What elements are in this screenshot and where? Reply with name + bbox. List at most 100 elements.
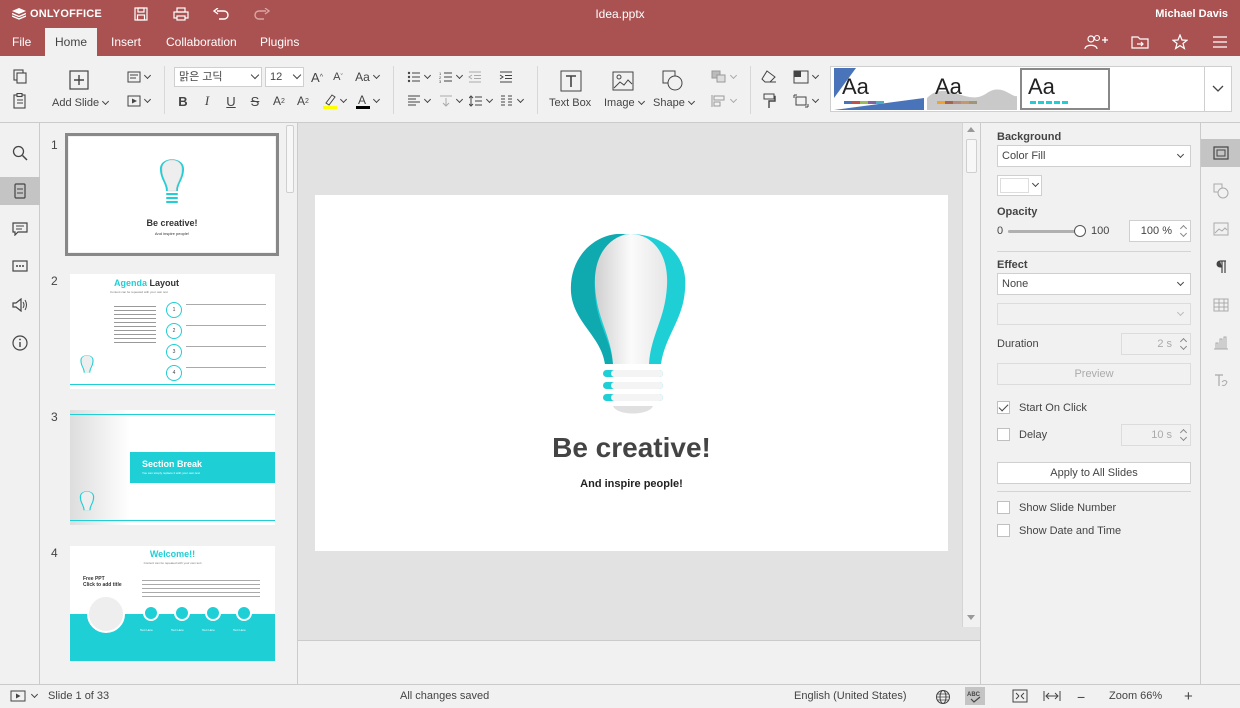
slide-thumbnail-2[interactable]: Agenda Layout Content can be repeated wi… bbox=[70, 274, 275, 389]
delay-input[interactable]: 10 s bbox=[1121, 424, 1191, 446]
effect-type-select[interactable] bbox=[997, 303, 1191, 325]
chat-icon[interactable] bbox=[0, 253, 40, 281]
user-name[interactable]: Michael Davis bbox=[1155, 8, 1228, 20]
slides-panel-icon[interactable] bbox=[0, 177, 40, 205]
theme-gray[interactable]: Aa bbox=[927, 68, 1017, 110]
bold-icon[interactable]: B bbox=[175, 92, 191, 110]
undo-icon[interactable] bbox=[212, 6, 230, 22]
add-user-icon[interactable] bbox=[1083, 33, 1109, 51]
current-slide[interactable]: Be creative! And inspire people! bbox=[315, 195, 948, 551]
zoom-out-button[interactable]: − bbox=[1077, 689, 1085, 705]
slide-thumbnail-4[interactable]: Welcome!! Content can be repeated with y… bbox=[70, 546, 275, 661]
redo-icon[interactable] bbox=[253, 6, 271, 22]
add-slide-button[interactable]: Add Slide bbox=[52, 97, 110, 109]
slide-thumbnail-3[interactable]: Section Break You can simply replace it … bbox=[70, 410, 275, 525]
slide-size-dropdown[interactable] bbox=[790, 92, 820, 110]
add-slide-icon[interactable] bbox=[68, 69, 90, 91]
background-color-picker[interactable] bbox=[997, 175, 1042, 196]
doc-language-globe-icon[interactable] bbox=[935, 689, 951, 708]
favorite-star-icon[interactable] bbox=[1170, 33, 1190, 51]
numbering-dropdown[interactable]: 123 bbox=[436, 68, 464, 86]
copy-style-icon[interactable] bbox=[760, 92, 778, 110]
line-spacing-dropdown[interactable] bbox=[466, 92, 494, 110]
subscript-icon[interactable]: A2 bbox=[295, 92, 311, 110]
color-scheme-dropdown[interactable] bbox=[790, 68, 820, 86]
image-icon[interactable] bbox=[611, 69, 635, 93]
decrease-indent-icon[interactable] bbox=[466, 68, 484, 86]
duration-input[interactable]: 2 s bbox=[1121, 333, 1191, 355]
search-icon[interactable] bbox=[0, 139, 40, 167]
shape-settings-icon[interactable] bbox=[1201, 177, 1240, 205]
spellcheck-icon[interactable]: ABC bbox=[965, 687, 985, 705]
tab-collaboration[interactable]: Collaboration bbox=[156, 28, 247, 56]
theme-blue[interactable]: Aa bbox=[834, 68, 924, 110]
align-shape-dropdown[interactable] bbox=[708, 92, 738, 110]
opacity-input[interactable]: 100 % bbox=[1129, 220, 1191, 242]
fit-to-width-icon[interactable] bbox=[1043, 690, 1061, 705]
columns-dropdown[interactable] bbox=[497, 92, 525, 110]
about-info-icon[interactable] bbox=[0, 329, 40, 357]
text-box-button[interactable]: Text Box bbox=[549, 97, 591, 109]
effect-select[interactable]: None bbox=[997, 273, 1191, 295]
font-color-dropdown[interactable]: A bbox=[352, 92, 382, 110]
language-selector[interactable]: English (United States) bbox=[794, 690, 907, 702]
slideshow-play-button[interactable] bbox=[10, 690, 39, 702]
text-box-icon[interactable] bbox=[559, 69, 583, 93]
zoom-level[interactable]: Zoom 66% bbox=[1109, 690, 1162, 702]
image-settings-icon[interactable] bbox=[1201, 215, 1240, 243]
canvas-scrollbar[interactable] bbox=[962, 123, 980, 627]
slide-settings-icon[interactable] bbox=[1201, 139, 1240, 167]
paragraph-settings-icon[interactable] bbox=[1201, 253, 1240, 281]
clear-style-icon[interactable] bbox=[760, 68, 778, 86]
notes-area[interactable] bbox=[298, 640, 980, 684]
slide-counter[interactable]: Slide 1 of 33 bbox=[48, 690, 109, 702]
change-case-dropdown[interactable]: Aa bbox=[352, 68, 382, 86]
font-name-select[interactable]: 맑은 고딕 bbox=[174, 67, 262, 87]
shape-button[interactable]: Shape bbox=[653, 97, 695, 109]
theme-gallery-expand[interactable] bbox=[1205, 66, 1232, 112]
opacity-slider-knob[interactable] bbox=[1074, 225, 1086, 237]
copy-icon[interactable] bbox=[10, 68, 30, 86]
tab-home[interactable]: Home bbox=[45, 28, 98, 56]
image-button[interactable]: Image bbox=[604, 97, 645, 109]
decrease-font-icon[interactable]: Aˇ bbox=[330, 68, 346, 86]
start-slideshow-dropdown[interactable] bbox=[124, 92, 152, 110]
background-fill-select[interactable]: Color Fill bbox=[997, 145, 1191, 167]
font-size-select[interactable]: 12 bbox=[265, 67, 304, 87]
horizontal-align-dropdown[interactable] bbox=[404, 92, 432, 110]
open-location-icon[interactable] bbox=[1130, 33, 1150, 51]
increase-indent-icon[interactable] bbox=[497, 68, 515, 86]
show-slide-number-checkbox[interactable] bbox=[997, 501, 1010, 514]
feedback-icon[interactable] bbox=[0, 291, 40, 319]
text-art-settings-icon[interactable] bbox=[1201, 367, 1240, 395]
slide-thumbnail-1[interactable]: Be creative! And inspire people! bbox=[65, 133, 279, 256]
strikethrough-icon[interactable]: S bbox=[247, 92, 263, 110]
preview-button[interactable]: Preview bbox=[997, 363, 1191, 385]
increase-font-icon[interactable]: A ^ bbox=[309, 68, 325, 86]
hamburger-menu-icon[interactable] bbox=[1210, 33, 1230, 51]
slide-subtitle[interactable]: And inspire people! bbox=[315, 478, 948, 490]
tab-file[interactable]: File bbox=[2, 28, 41, 56]
scroll-up-icon[interactable] bbox=[967, 127, 975, 132]
show-date-time-checkbox[interactable] bbox=[997, 524, 1010, 537]
save-icon[interactable] bbox=[132, 6, 150, 22]
comments-icon[interactable] bbox=[0, 215, 40, 243]
table-settings-icon[interactable] bbox=[1201, 291, 1240, 319]
lightbulb-image[interactable] bbox=[565, 228, 695, 418]
tab-plugins[interactable]: Plugins bbox=[250, 28, 309, 56]
italic-icon[interactable]: I bbox=[199, 92, 215, 110]
fit-to-slide-icon[interactable] bbox=[1012, 689, 1028, 706]
superscript-icon[interactable]: A2 bbox=[271, 92, 287, 110]
shape-icon[interactable] bbox=[661, 69, 685, 93]
apply-to-all-slides-button[interactable]: Apply to All Slides bbox=[997, 462, 1191, 484]
slide-layout-dropdown[interactable] bbox=[124, 68, 152, 86]
scroll-thumb[interactable] bbox=[966, 139, 977, 173]
thumbnails-scrollbar[interactable] bbox=[286, 125, 294, 193]
zoom-in-button[interactable]: + bbox=[1184, 688, 1193, 705]
theme-current[interactable]: Aa bbox=[1020, 68, 1110, 110]
print-icon[interactable] bbox=[172, 6, 190, 22]
start-on-click-checkbox[interactable] bbox=[997, 401, 1010, 414]
delay-checkbox[interactable] bbox=[997, 428, 1010, 441]
tab-insert[interactable]: Insert bbox=[101, 28, 151, 56]
bullets-dropdown[interactable] bbox=[404, 68, 432, 86]
